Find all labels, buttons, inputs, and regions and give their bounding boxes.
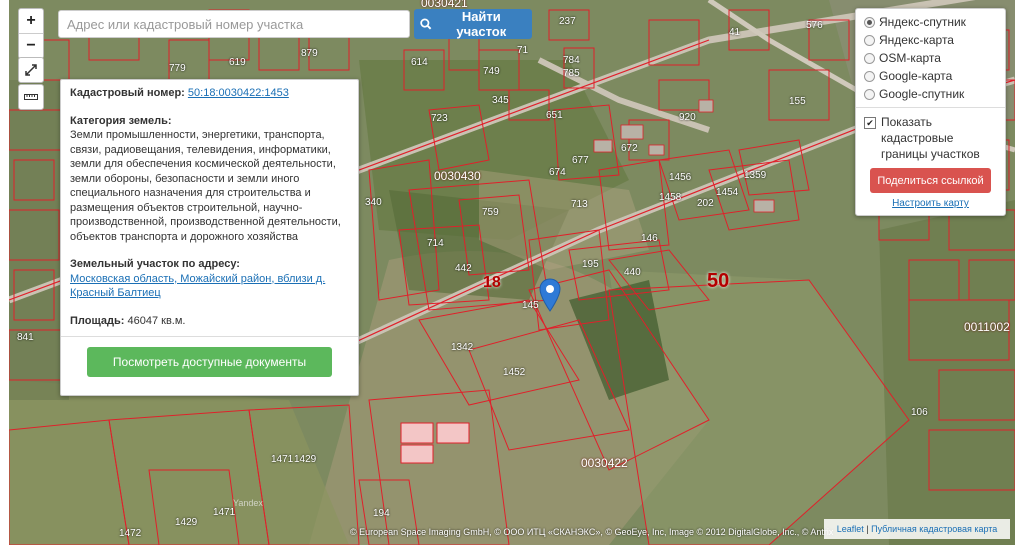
map-label: 1454: [716, 187, 739, 198]
zoom-out-button[interactable]: −: [19, 33, 43, 58]
radio-button[interactable]: [864, 52, 875, 64]
map-label: 155: [789, 96, 806, 107]
layer-option[interactable]: Яндекс-карта: [864, 31, 997, 49]
show-borders-label: Показать кадастровые границы участков: [881, 115, 980, 161]
radio-button[interactable]: [864, 16, 875, 28]
map-label: 194: [373, 508, 390, 519]
map-label: 785: [563, 68, 580, 79]
map-marker-icon[interactable]: [539, 278, 561, 312]
map-label: 779: [169, 63, 186, 74]
layer-option[interactable]: Google-спутник: [864, 85, 997, 103]
address-link[interactable]: Московская область, Можайский район, вбл…: [70, 273, 325, 300]
layer-option-label: Яндекс-спутник: [879, 15, 966, 29]
layer-option[interactable]: Яндекс-спутник: [864, 13, 997, 31]
cadastral-zone-label: 0030430: [434, 169, 481, 183]
map-label: 1471: [271, 454, 294, 465]
checkbox-checked-icon[interactable]: ✔: [864, 117, 876, 129]
map-label: 195: [582, 259, 599, 270]
layer-option[interactable]: Google-карта: [864, 67, 997, 85]
map-label: 651: [546, 110, 563, 121]
layer-option-label: Google-карта: [879, 69, 953, 83]
map-label: 106: [911, 407, 928, 418]
map-label: 879: [301, 48, 318, 59]
map-label: 442: [455, 263, 472, 274]
map-label: 677: [572, 155, 589, 166]
map-label: 237: [559, 16, 576, 27]
area-label: Площадь:: [70, 314, 125, 327]
cadastral-region-label: 50: [707, 270, 730, 292]
zoom-control: + −: [18, 8, 44, 59]
layer-option[interactable]: OSM-карта: [864, 49, 997, 67]
map-label: 1359: [744, 170, 767, 181]
map-label: 749: [483, 66, 500, 77]
map-label: 1429: [294, 454, 317, 465]
layer-switcher: Яндекс-спутник Яндекс-карта OSM-карта Go…: [855, 8, 1006, 216]
map-label: 759: [482, 207, 499, 218]
map-label: 672: [621, 143, 638, 154]
share-link-button[interactable]: Поделиться ссылкой: [870, 168, 991, 193]
address-label: Земельный участок по адресу:: [70, 258, 240, 270]
layer-options: Яндекс-спутник Яндекс-карта OSM-карта Go…: [864, 13, 997, 103]
map-label: 576: [806, 20, 823, 31]
map-label: 1452: [503, 367, 526, 378]
divider: [856, 107, 1005, 108]
map-label: 1429: [175, 517, 198, 528]
map-label: 841: [17, 332, 34, 343]
cadastral-district-label: 18: [483, 274, 501, 291]
view-documents-button[interactable]: Посмотреть доступные документы: [87, 347, 332, 377]
map-label: 920: [679, 112, 696, 123]
yandex-watermark: Yandex: [233, 498, 263, 508]
configure-map-link[interactable]: Настроить карту: [864, 198, 997, 209]
land-category-text: Земли промышленности, энергетики, трансп…: [70, 129, 341, 243]
zoom-in-button[interactable]: +: [19, 9, 43, 33]
search-button[interactable]: Найти участок: [414, 9, 532, 39]
map-label: 1458: [659, 192, 682, 203]
search-icon: [420, 18, 432, 30]
map-label: 1471: [213, 507, 236, 518]
cadastral-zone-label: 0030422: [581, 456, 628, 470]
land-category-label: Категория земель:: [70, 114, 172, 127]
radio-button[interactable]: [864, 88, 875, 100]
map-label: 41: [729, 27, 741, 38]
map-label: 1342: [451, 342, 474, 353]
measure-button[interactable]: [18, 84, 44, 110]
map-label: 614: [411, 57, 428, 68]
map-label: 1456: [669, 172, 692, 183]
map-attribution: © European Space Imaging GmbH, © ООО ИТЦ…: [350, 527, 834, 537]
area-value: 46047 кв.м.: [127, 314, 186, 327]
map-label: 340: [365, 197, 382, 208]
map-label: 714: [427, 238, 444, 249]
layer-option-label: OSM-карта: [879, 51, 941, 65]
show-borders-toggle[interactable]: ✔ Показать кадастровые границы участков: [864, 114, 997, 162]
map-label: 202: [697, 198, 714, 209]
map-label: 146: [641, 233, 658, 244]
cadastral-number-label: Кадастровый номер:: [70, 87, 185, 99]
map-label: 345: [492, 95, 509, 106]
layer-option-label: Google-спутник: [879, 87, 965, 101]
cadastral-number-link[interactable]: 50:18:0030422:1453: [188, 87, 289, 99]
map-label: 784: [563, 55, 580, 66]
cadastral-zone-label: 0011002: [964, 320, 1010, 334]
map-label: 723: [431, 113, 448, 124]
map-label: 674: [549, 167, 566, 178]
map-label: 71: [517, 45, 529, 56]
map-label: 440: [624, 267, 641, 278]
fullscreen-button[interactable]: [18, 57, 44, 83]
public-cadastral-map-link[interactable]: Публичная кадастровая карта: [871, 524, 997, 534]
map-label: 619: [229, 57, 246, 68]
search-button-label: Найти участок: [456, 9, 507, 39]
search-input[interactable]: [58, 10, 410, 38]
divider: [61, 336, 358, 337]
radio-button[interactable]: [864, 34, 875, 46]
leaflet-link[interactable]: Leaflet: [837, 524, 864, 534]
ruler-icon: [24, 94, 38, 100]
attribution-links: Leaflet | Публичная кадастровая карта: [824, 519, 1010, 539]
map-label: 1472: [119, 528, 142, 539]
map-label: 713: [571, 199, 588, 210]
parcel-info-popup: Кадастровый номер: 50:18:0030422:1453 Ка…: [60, 79, 359, 396]
layer-option-label: Яндекс-карта: [879, 33, 954, 47]
map-label: 145: [522, 300, 539, 311]
radio-button[interactable]: [864, 70, 875, 82]
fullscreen-icon: [25, 64, 37, 76]
